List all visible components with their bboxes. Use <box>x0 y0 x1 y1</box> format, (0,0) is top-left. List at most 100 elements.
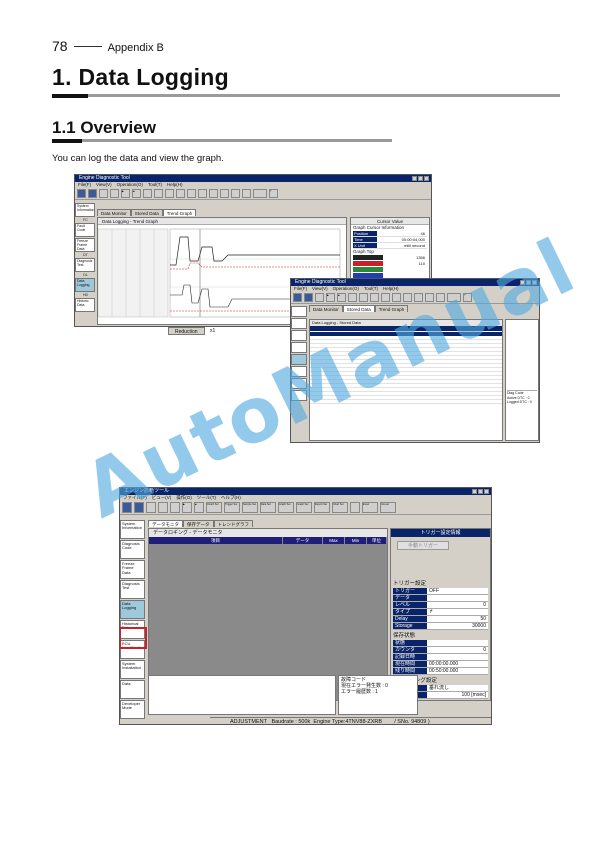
data-select-button[interactable]: Data Sel <box>260 502 276 513</box>
tool-icon[interactable] <box>350 502 360 513</box>
tab-data-monitor[interactable]: Data Monitor <box>309 305 343 312</box>
save-row: 状態 <box>393 640 488 647</box>
open-icon[interactable] <box>99 189 108 198</box>
trigger-spacer <box>391 554 490 578</box>
stop-icon[interactable]: ■ <box>194 502 204 513</box>
title-rule-gray <box>88 94 560 97</box>
menu-help[interactable]: Help(H) <box>383 286 399 292</box>
tab-data-monitor[interactable]: Data Monitor <box>97 209 131 216</box>
tool-icon[interactable] <box>143 189 152 198</box>
sidebar-item-data-logging[interactable]: Data Logging <box>75 278 95 292</box>
graph-set-button[interactable]: Graph Set <box>278 502 294 513</box>
sidebar-item-diagnosis-test[interactable]: Diagnosis Test <box>120 580 145 599</box>
sidebar-item-data[interactable]: Data <box>120 680 145 699</box>
cursor-panel-title: Cursor Value <box>351 218 429 225</box>
play-icon[interactable]: ▶ <box>121 189 130 198</box>
tool-icon[interactable] <box>231 189 240 198</box>
excel-icon[interactable] <box>253 189 267 198</box>
sidebar-item-freeze-frame[interactable]: Freeze Frame Data <box>75 238 95 252</box>
print-icon[interactable] <box>110 189 119 198</box>
menu-help[interactable]: Help(H) <box>167 182 183 188</box>
sidebar-item[interactable] <box>291 306 307 317</box>
save-section-title: 保存状態 <box>393 633 416 639</box>
menu-operation[interactable]: Operation(O) <box>333 286 359 292</box>
tool-icon[interactable] <box>242 189 251 198</box>
header-dash <box>73 45 102 47</box>
tool-icon[interactable] <box>209 189 218 198</box>
help-icon[interactable]: ? <box>269 189 278 198</box>
sidebar-item-system-installation[interactable]: System Installation <box>120 660 145 679</box>
sidebar-item-diagnosis-code[interactable]: Diagnosis Code <box>120 540 145 559</box>
stop-icon[interactable]: ■ <box>337 293 346 302</box>
tab-strip: Data Monitor Stored Data Trend Graph <box>97 209 197 216</box>
connect-icon[interactable] <box>293 293 302 302</box>
monitor-columns: 項目 データ Max Min 単位 <box>149 537 387 544</box>
maximize-icon[interactable] <box>478 489 483 494</box>
clutch-select-button[interactable]: Clutch Sel <box>206 502 222 513</box>
chart-set-button[interactable]: Chart Set <box>332 502 348 513</box>
graph-select-button[interactable]: Graph Sel <box>296 502 312 513</box>
sidebar-item[interactable] <box>291 318 307 329</box>
trigger-row: レベル 0 <box>393 602 488 609</box>
menu-tool[interactable]: Tool(T) <box>148 182 162 188</box>
page-header: 78 Appendix B <box>52 38 164 54</box>
minimize-icon[interactable] <box>472 489 477 494</box>
save-row: 記録日時 <box>393 654 488 661</box>
tab-stored-data[interactable]: 保存データ <box>183 520 214 527</box>
play-icon[interactable]: ▶ <box>326 293 335 302</box>
tab-trend-graph[interactable]: トレンドグラフ <box>213 520 253 527</box>
tab-data-monitor[interactable]: データモニタ <box>148 520 183 527</box>
tool-icon[interactable] <box>154 189 163 198</box>
menu-tool[interactable]: Tool(T) <box>364 286 378 292</box>
close-icon[interactable] <box>424 176 429 181</box>
close-icon[interactable] <box>484 489 489 494</box>
sidebar-item-diagnosis-test[interactable]: Diagnosis Test <box>75 258 95 272</box>
tab-trend-graph[interactable]: Trend Graph <box>162 209 197 216</box>
open-icon[interactable] <box>315 293 324 302</box>
menu-help[interactable]: ヘルプ(H) <box>221 495 241 501</box>
trigger-type-icon: ↱ <box>429 609 434 615</box>
tool-icon[interactable] <box>176 189 185 198</box>
manual-trigger-button[interactable]: 手動トリガー <box>397 541 449 550</box>
sidebar-item-data-logging[interactable]: Data Logging <box>120 600 145 619</box>
menu-operation[interactable]: Operation(O) <box>117 182 143 188</box>
sidebar-item-developer-mode[interactable]: Developer Mode <box>120 700 145 719</box>
menu-tool[interactable]: ツール(T) <box>197 495 216 501</box>
series-swatch <box>353 267 383 272</box>
sidebar-item-historic-data[interactable]: Historic Data <box>75 298 95 312</box>
tool-icon[interactable] <box>359 293 368 302</box>
save-icon[interactable] <box>304 293 313 302</box>
menu-file[interactable]: File(F) <box>294 286 307 292</box>
sample-set-button[interactable]: Sample Set <box>242 502 258 513</box>
excel-button[interactable]: Excel <box>362 502 378 513</box>
save-icon[interactable] <box>88 189 97 198</box>
play-icon[interactable]: ▶ <box>182 502 192 513</box>
sidebar-item-system-information[interactable]: System Information <box>75 203 95 217</box>
stop-icon[interactable]: ■ <box>132 189 141 198</box>
report-set-button[interactable]: Report Set <box>314 502 330 513</box>
trigger-set-button[interactable]: Trigger Set <box>224 502 240 513</box>
menu-view[interactable]: View(V) <box>312 286 328 292</box>
sidebar: System Information Diagnosis Code Freeze… <box>120 519 147 724</box>
tool-icon[interactable] <box>165 189 174 198</box>
menu-file[interactable]: File(F) <box>78 182 91 188</box>
unexel-button[interactable]: Unexel <box>380 502 396 513</box>
tool-icon[interactable] <box>187 189 196 198</box>
log-area <box>148 675 336 715</box>
error-history-count: エラー履歴数 : 1 <box>341 689 378 695</box>
tool-icon[interactable] <box>370 293 379 302</box>
minimize-icon[interactable] <box>412 176 417 181</box>
sidebar-item-fault-code[interactable]: Fault Code <box>75 223 95 237</box>
cursor-value: 46 <box>420 231 425 236</box>
tool-icon[interactable] <box>220 189 229 198</box>
fault-code-panel: 故障コード 現在エラー発生数 : 0 エラー履歴数 : 1 <box>338 675 418 715</box>
maximize-icon[interactable] <box>418 176 423 181</box>
tab-stored-data[interactable]: Stored Data <box>130 209 163 216</box>
tool-icon[interactable] <box>198 189 207 198</box>
connect-icon[interactable] <box>77 189 86 198</box>
tool-icon[interactable] <box>348 293 357 302</box>
sidebar-item-freeze-frame[interactable]: Freeze Frame Data <box>120 560 145 579</box>
menu-view[interactable]: View(V) <box>96 182 112 188</box>
save-row: 現在時間 00:00:00.000 <box>393 661 488 668</box>
reduction-button[interactable]: Reduction <box>168 327 205 335</box>
